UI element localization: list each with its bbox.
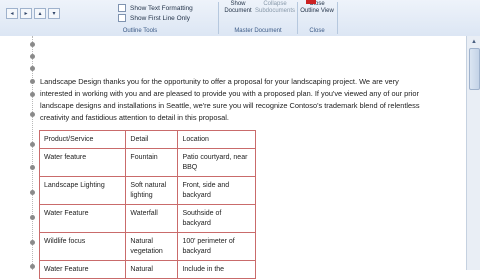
close-view-label-1: Close xyxy=(309,1,325,7)
proposal-paragraph[interactable]: Landscape Design thanks you for the oppo… xyxy=(40,76,432,124)
outline-bullet-icon[interactable] xyxy=(30,42,35,47)
table-row: Wildlife focus Natural vegetation 100' p… xyxy=(38,232,256,261)
table-cell[interactable]: Soft natural lighting xyxy=(125,176,179,205)
collapse-label-1: Collapse xyxy=(263,1,287,7)
promote-icon[interactable]: ▸ xyxy=(20,8,32,19)
close-icon[interactable] xyxy=(306,0,316,4)
show-document-label-1: Show xyxy=(230,1,246,7)
master-document-group: Show Document Collapse Subdocuments Mast… xyxy=(219,0,297,36)
table-cell[interactable]: Water Feature xyxy=(38,204,127,233)
table-cell[interactable]: Natural vegetation xyxy=(125,232,179,261)
collapse-subdocuments-button[interactable]: Collapse Subdocuments xyxy=(255,1,295,15)
close-group: Close Outline View Close xyxy=(298,0,336,36)
group-divider xyxy=(337,2,338,34)
show-document-button[interactable]: Show Document xyxy=(223,1,253,15)
table-row: Landscape Lighting Soft natural lighting… xyxy=(38,176,256,205)
table-row: Water feature Fountain Patio courtyard, … xyxy=(38,148,256,177)
table-header-row: Product/Service Detail Location xyxy=(38,130,256,149)
outline-margin xyxy=(32,36,33,270)
table-cell[interactable]: Front, side and backyard xyxy=(177,176,256,205)
outline-tools-group: Outline Tools xyxy=(60,0,220,36)
scroll-thumb[interactable] xyxy=(469,48,480,90)
header-location[interactable]: Location xyxy=(177,130,256,149)
table-cell[interactable]: Fountain xyxy=(125,148,179,177)
close-group-label: Close xyxy=(309,28,325,34)
close-view-label-2: Outline View xyxy=(300,8,334,14)
table-cell[interactable]: Wildlife focus xyxy=(38,232,127,261)
move-down-icon[interactable]: ▾ xyxy=(48,8,60,19)
master-document-label: Master Document xyxy=(234,28,282,34)
outline-bullet-icon[interactable] xyxy=(30,112,35,117)
ribbon: ◂ ▸ ▴ ▾ Show Text Formatting Show First … xyxy=(0,0,480,37)
outline-bullet-icon[interactable] xyxy=(30,79,35,84)
table-cell[interactable]: 100' perimeter of backyard xyxy=(177,232,256,261)
close-outline-view-button[interactable]: Close Outline View xyxy=(298,1,336,15)
document-area[interactable]: Landscape Design thanks you for the oppo… xyxy=(0,36,466,279)
outline-bullet-icon[interactable] xyxy=(30,165,35,170)
table-cell[interactable]: Waterfall xyxy=(125,204,179,233)
table-cell[interactable]: Southside of backyard xyxy=(177,204,256,233)
header-detail[interactable]: Detail xyxy=(125,130,179,149)
move-up-icon[interactable]: ▴ xyxy=(34,8,46,19)
outline-bullet-icon[interactable] xyxy=(30,54,35,59)
outline-bullet-icon[interactable] xyxy=(30,142,35,147)
outline-tools-label: Outline Tools xyxy=(122,28,158,34)
demote-icon[interactable]: ◂ xyxy=(6,8,18,19)
scroll-up-icon[interactable]: ▲ xyxy=(470,38,478,46)
outline-bullet-icon[interactable] xyxy=(30,190,35,195)
table-row: Water Feature Waterfall Southside of bac… xyxy=(38,204,256,233)
services-table[interactable]: Product/Service Detail Location Water fe… xyxy=(38,130,256,279)
outline-bullet-icon[interactable] xyxy=(30,215,35,220)
outline-bullet-icon[interactable] xyxy=(30,264,35,269)
outline-bullet-icon[interactable] xyxy=(30,66,35,71)
table-cell[interactable]: Patio courtyard, near BBQ xyxy=(177,148,256,177)
outline-bullet-icon[interactable] xyxy=(30,240,35,245)
header-product-service[interactable]: Product/Service xyxy=(38,130,127,149)
table-cell[interactable]: Water feature xyxy=(38,148,127,177)
table-cell[interactable]: Landscape Lighting xyxy=(38,176,127,205)
collapse-label-2: Subdocuments xyxy=(255,8,296,14)
show-document-label-2: Document xyxy=(224,8,252,14)
outline-bullet-icon[interactable] xyxy=(30,92,35,97)
vertical-scrollbar[interactable]: ▲ xyxy=(466,36,480,270)
